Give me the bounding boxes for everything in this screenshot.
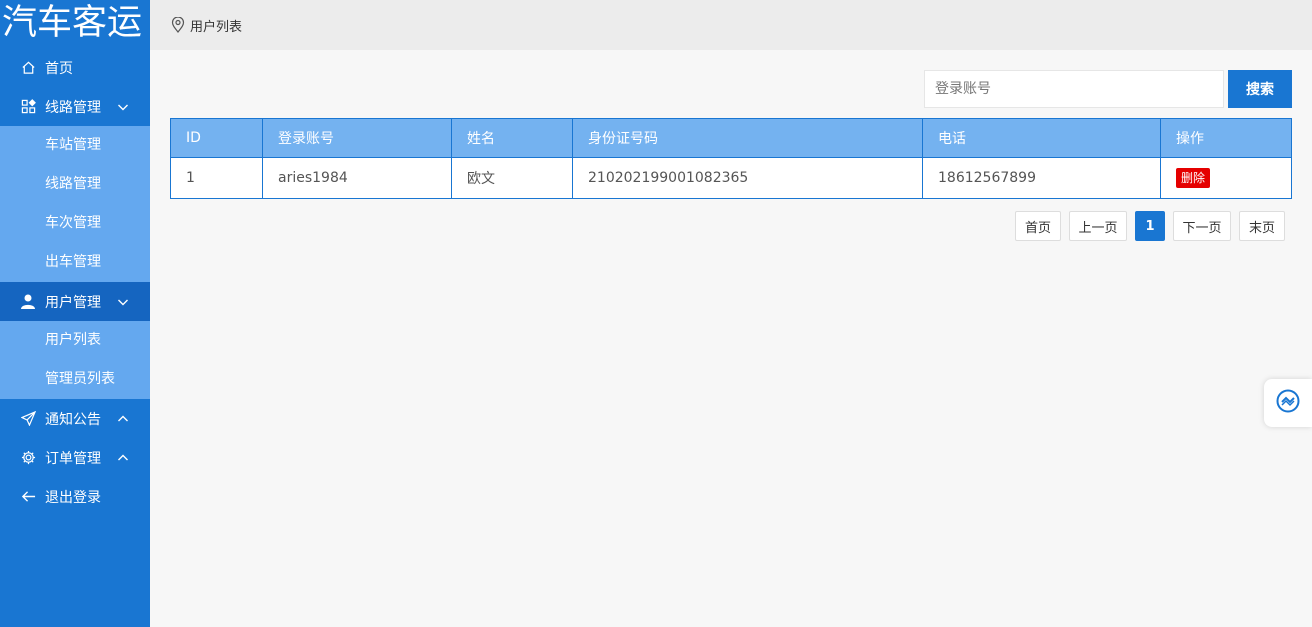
sidebar-item-home[interactable]: 首页 — [0, 48, 150, 87]
breadcrumb: 用户列表 — [190, 19, 243, 35]
sidebar-item-label: 用户管理 — [45, 294, 101, 311]
submenu-user: 用户列表 管理员列表 — [0, 321, 150, 399]
arrow-left-icon — [20, 489, 36, 505]
cell-name: 欧文 — [451, 157, 573, 199]
sidebar-item-order-management[interactable]: 订单管理 — [0, 438, 150, 477]
cell-action: 删除 — [1160, 157, 1292, 199]
cell-phone: 18612567899 — [922, 157, 1161, 199]
sidebar-item-route-management[interactable]: 线路管理 — [0, 87, 150, 126]
delete-button[interactable]: 删除 — [1176, 168, 1211, 188]
floating-assistant-button[interactable] — [1264, 379, 1312, 427]
sidebar-item-label: 订单管理 — [45, 450, 101, 467]
search-input[interactable] — [924, 70, 1224, 108]
sidebar-menu: 首页 线路管理 — [0, 48, 150, 126]
column-header-id: ID — [170, 118, 263, 158]
home-icon — [20, 60, 36, 76]
app-logo-title: 汽车客运 — [2, 3, 143, 43]
sidebar-item-trip-management[interactable]: 车次管理 — [0, 204, 150, 243]
pagination-current-page[interactable]: 1 — [1135, 211, 1165, 241]
send-icon — [20, 411, 36, 427]
sidebar-item-user-list[interactable]: 用户列表 — [0, 321, 150, 360]
cell-id-number: 210202199001082365 — [572, 157, 923, 199]
sidebar-item-line-management[interactable]: 线路管理 — [0, 165, 150, 204]
grid-icon — [20, 99, 36, 115]
sidebar-menu: 通知公告 订单管理 退出登录 — [0, 399, 150, 516]
assistant-icon — [1275, 388, 1301, 418]
sidebar-item-user-management[interactable]: 用户管理 — [0, 282, 150, 321]
pagination-last[interactable]: 末页 — [1239, 211, 1285, 241]
sidebar-item-label: 线路管理 — [45, 99, 101, 116]
top-header: 用户列表 — [150, 0, 1312, 50]
pagination-next[interactable]: 下一页 — [1173, 211, 1231, 241]
table-header-row: ID 登录账号 姓名 身份证号码 电话 操作 — [170, 118, 1292, 158]
location-pin-icon — [171, 17, 185, 33]
sidebar-item-label: 通知公告 — [45, 411, 101, 428]
column-header-action: 操作 — [1160, 118, 1292, 158]
chevron-down-icon — [117, 296, 129, 308]
column-header-id-number: 身份证号码 — [572, 118, 923, 158]
submenu-route: 车站管理 线路管理 车次管理 出车管理 — [0, 126, 150, 282]
pagination-first[interactable]: 首页 — [1015, 211, 1061, 241]
sidebar: 汽车客运 首页 线路管理 车站管理 线路管理 车次管理 出车管理 用户管理 用户… — [0, 0, 150, 627]
cell-account: aries1984 — [262, 157, 452, 199]
user-table: ID 登录账号 姓名 身份证号码 电话 操作 1 aries1984 欧文 21… — [170, 118, 1292, 199]
cell-id: 1 — [170, 157, 263, 199]
column-header-name: 姓名 — [451, 118, 573, 158]
chevron-up-icon — [117, 413, 129, 425]
sidebar-item-label: 首页 — [45, 60, 73, 77]
gear-icon — [20, 450, 36, 466]
column-header-phone: 电话 — [922, 118, 1161, 158]
search-button[interactable]: 搜索 — [1228, 70, 1292, 108]
column-header-account: 登录账号 — [262, 118, 452, 158]
sidebar-item-station-management[interactable]: 车站管理 — [0, 126, 150, 165]
pagination-prev[interactable]: 上一页 — [1069, 211, 1127, 241]
table-row: 1 aries1984 欧文 210202199001082365 186125… — [170, 157, 1292, 199]
sidebar-item-label: 退出登录 — [45, 489, 101, 506]
user-icon — [20, 294, 36, 310]
sidebar-menu: 用户管理 — [0, 282, 150, 321]
sidebar-item-logout[interactable]: 退出登录 — [0, 477, 150, 516]
sidebar-item-notices[interactable]: 通知公告 — [0, 399, 150, 438]
chevron-down-icon — [117, 101, 129, 113]
sidebar-item-departure-management[interactable]: 出车管理 — [0, 243, 150, 282]
chevron-up-icon — [117, 452, 129, 464]
sidebar-item-admin-list[interactable]: 管理员列表 — [0, 360, 150, 399]
